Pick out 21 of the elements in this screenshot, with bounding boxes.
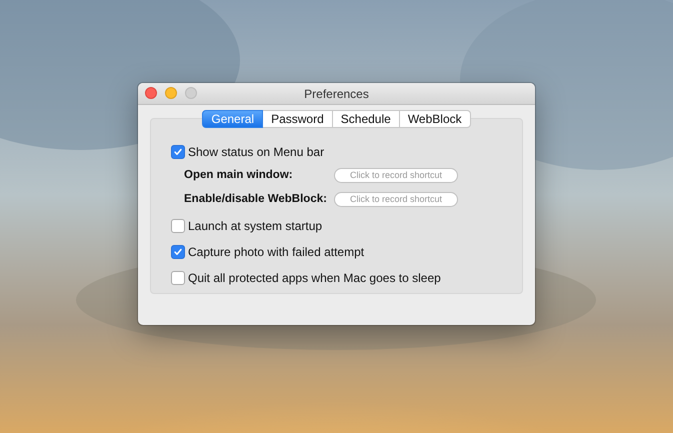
checkbox-label: Quit all protected apps when Mac goes to sleep bbox=[188, 271, 441, 285]
zoom-button[interactable] bbox=[185, 87, 197, 99]
tab[interactable]: WebBlock bbox=[400, 110, 471, 128]
checkbox-label: Launch at system startup bbox=[188, 219, 322, 233]
close-button[interactable] bbox=[145, 87, 157, 99]
tab[interactable]: Password bbox=[263, 110, 333, 128]
checkbox[interactable] bbox=[171, 245, 185, 259]
tab[interactable]: Schedule bbox=[332, 110, 400, 128]
checkmark-icon bbox=[173, 247, 183, 257]
window-title: Preferences bbox=[304, 86, 369, 100]
checkbox-label: Capture photo with failed attempt bbox=[188, 245, 364, 259]
checkmark-icon bbox=[173, 147, 183, 157]
shortcut-field[interactable]: Click to record shortcut bbox=[334, 168, 458, 182]
checkbox[interactable] bbox=[171, 219, 185, 233]
field-label: Enable/disable WebBlock: bbox=[184, 193, 328, 205]
minimize-button[interactable] bbox=[165, 87, 177, 99]
field-label: Open main window: bbox=[184, 169, 294, 181]
checkbox[interactable] bbox=[171, 271, 185, 285]
checkbox[interactable] bbox=[171, 145, 185, 159]
checkbox-label: Show status on Menu bar bbox=[188, 145, 324, 159]
shortcut-field[interactable]: Click to record shortcut bbox=[334, 192, 458, 206]
